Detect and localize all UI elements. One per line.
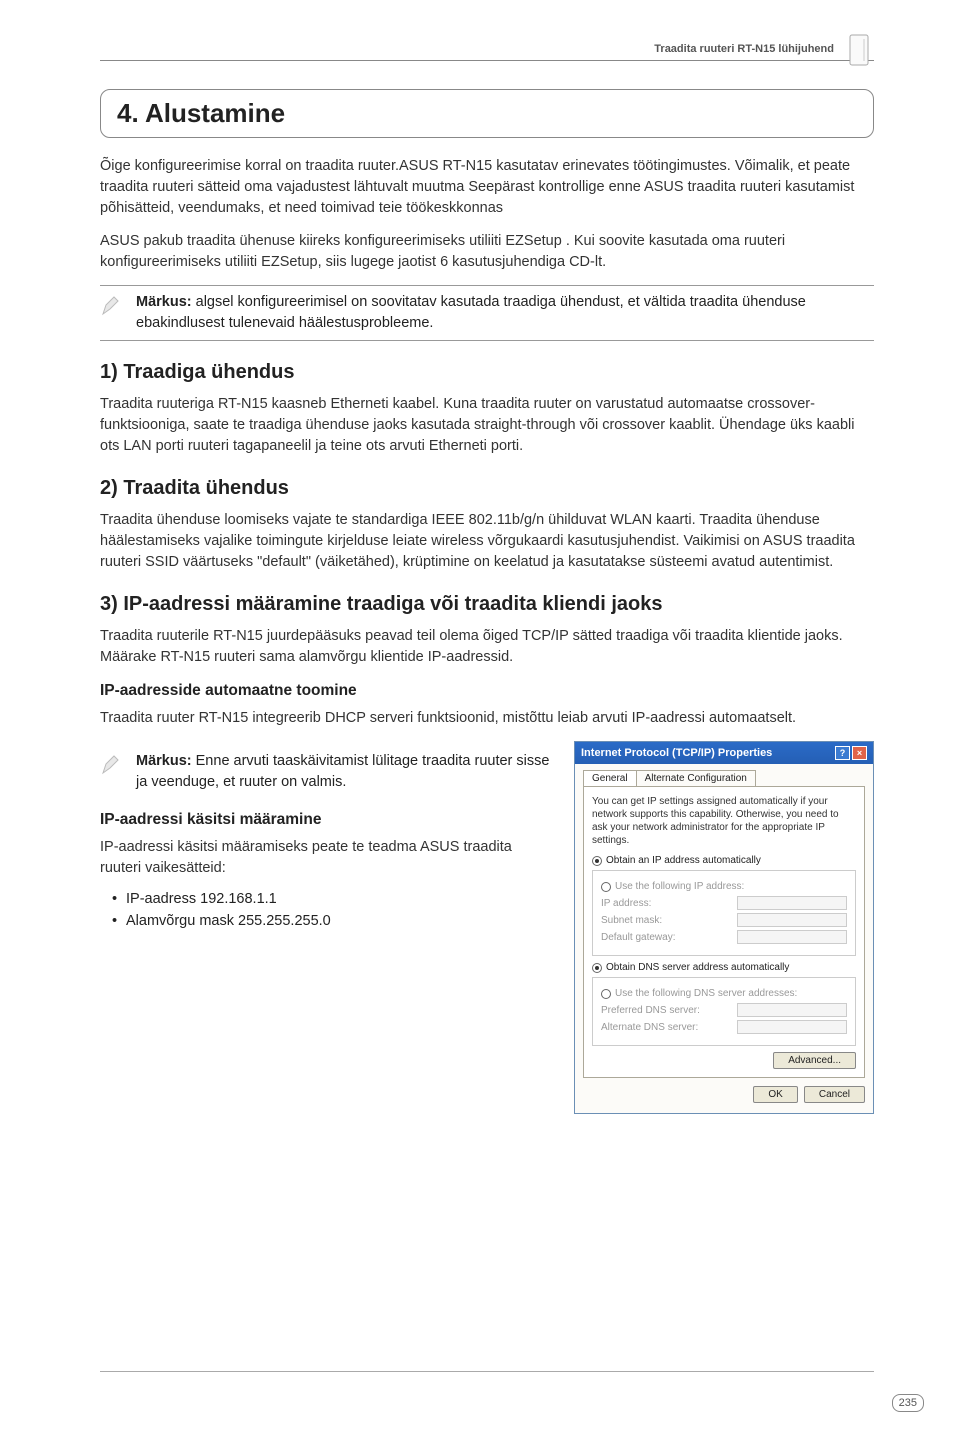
note-block-1: Märkus: algsel konfigureerimisel on soov… xyxy=(100,285,874,341)
page-number: 235 xyxy=(892,1394,924,1412)
tcp-ip-dialog: Internet Protocol (TCP/IP) Properties ? … xyxy=(574,741,874,1114)
paragraph-wireless: Traadita ühenduse loomiseks vajate te st… xyxy=(100,510,874,573)
radio-label: Obtain DNS server address automatically xyxy=(606,962,789,973)
radio-label: Use the following DNS server addresses: xyxy=(615,988,797,999)
paragraph-manual-ip: IP-aadressi käsitsi määramiseks peate te… xyxy=(100,837,554,879)
note-label: Märkus: xyxy=(136,294,192,310)
heading-wired: 1) Traadiga ühendus xyxy=(100,361,874,384)
tab-alternate[interactable]: Alternate Configuration xyxy=(636,770,756,786)
header-rule: Traadita ruuteri RT-N15 lühijuhend xyxy=(100,60,874,61)
ip-input xyxy=(737,1020,847,1034)
note-body: algsel konfigureerimisel on soovitatav k… xyxy=(136,294,806,331)
radio-icon xyxy=(601,989,611,999)
paragraph-ip: Traadita ruuterile RT-N15 juurdepääsuks … xyxy=(100,626,874,668)
close-icon[interactable]: × xyxy=(852,746,867,760)
ip-input xyxy=(737,930,847,944)
dialog-title-text: Internet Protocol (TCP/IP) Properties xyxy=(581,747,772,759)
ok-button[interactable]: OK xyxy=(753,1086,797,1103)
note-block-2: Märkus: Enne arvuti taaskäivitamist lüli… xyxy=(100,751,554,793)
radio-use-ip[interactable]: Use the following IP address: xyxy=(601,881,847,892)
ip-input xyxy=(737,913,847,927)
note-text-1: Märkus: algsel konfigureerimisel on soov… xyxy=(136,292,874,334)
router-icon xyxy=(844,31,874,69)
field-label: Preferred DNS server: xyxy=(601,1005,700,1016)
note-label: Märkus: xyxy=(136,753,192,769)
field-label: Subnet mask: xyxy=(601,915,662,926)
field-preferred-dns: Preferred DNS server: xyxy=(601,1003,847,1017)
heading-wireless: 2) Traadita ühendus xyxy=(100,477,874,500)
field-label: IP address: xyxy=(601,898,651,909)
help-icon[interactable]: ? xyxy=(835,746,850,760)
field-label: Default gateway: xyxy=(601,932,676,943)
field-ip-address: IP address: xyxy=(601,896,847,910)
heading-auto-ip: IP-aadresside automaatne toomine xyxy=(100,682,874,700)
radio-icon xyxy=(592,856,602,866)
page-title: 4. Alustamine xyxy=(117,98,857,129)
intro-paragraph-1: Õige konfigureerimise korral on traadita… xyxy=(100,156,874,219)
section-title-box: 4. Alustamine xyxy=(100,89,874,138)
field-alternate-dns: Alternate DNS server: xyxy=(601,1020,847,1034)
dialog-tabs: General Alternate Configuration xyxy=(583,770,865,786)
paragraph-wired: Traadita ruuteriga RT-N15 kaasneb Ethern… xyxy=(100,394,874,457)
radio-label: Obtain an IP address automatically xyxy=(606,855,761,866)
paragraph-auto-ip: Traadita ruuter RT-N15 integreerib DHCP … xyxy=(100,708,874,729)
note-body: Enne arvuti taaskäivitamist lülitage tra… xyxy=(136,753,549,790)
heading-ip: 3) IP-aadressi määramine traadiga või tr… xyxy=(100,593,874,616)
radio-use-dns[interactable]: Use the following DNS server addresses: xyxy=(601,988,847,999)
radio-icon xyxy=(601,882,611,892)
field-subnet-mask: Subnet mask: xyxy=(601,913,847,927)
defaults-list: IP-aadress 192.168.1.1 Alamvõrgu mask 25… xyxy=(100,891,554,929)
pencil-icon xyxy=(100,294,124,318)
list-item: IP-aadress 192.168.1.1 xyxy=(112,891,554,907)
ip-input xyxy=(737,1003,847,1017)
tab-general[interactable]: General xyxy=(583,770,637,786)
advanced-button[interactable]: Advanced... xyxy=(773,1052,856,1069)
radio-icon xyxy=(592,963,602,973)
list-item: Alamvõrgu mask 255.255.255.0 xyxy=(112,913,554,929)
pencil-icon xyxy=(100,753,124,777)
note-text-2: Märkus: Enne arvuti taaskäivitamist lüli… xyxy=(136,751,554,793)
heading-manual-ip: IP-aadressi käsitsi määramine xyxy=(100,811,554,829)
cancel-button[interactable]: Cancel xyxy=(804,1086,865,1103)
running-header: Traadita ruuteri RT-N15 lühijuhend xyxy=(654,43,834,55)
footer-rule xyxy=(100,1371,874,1372)
radio-obtain-dns[interactable]: Obtain DNS server address automatically xyxy=(592,962,856,973)
intro-paragraph-2: ASUS pakub traadita ühenuse kiireks konf… xyxy=(100,231,874,273)
field-default-gateway: Default gateway: xyxy=(601,930,847,944)
dialog-titlebar: Internet Protocol (TCP/IP) Properties ? … xyxy=(575,742,873,764)
radio-label: Use the following IP address: xyxy=(615,881,744,892)
radio-obtain-ip[interactable]: Obtain an IP address automatically xyxy=(592,855,856,866)
field-label: Alternate DNS server: xyxy=(601,1022,698,1033)
dialog-description: You can get IP settings assigned automat… xyxy=(592,795,856,847)
ip-input xyxy=(737,896,847,910)
